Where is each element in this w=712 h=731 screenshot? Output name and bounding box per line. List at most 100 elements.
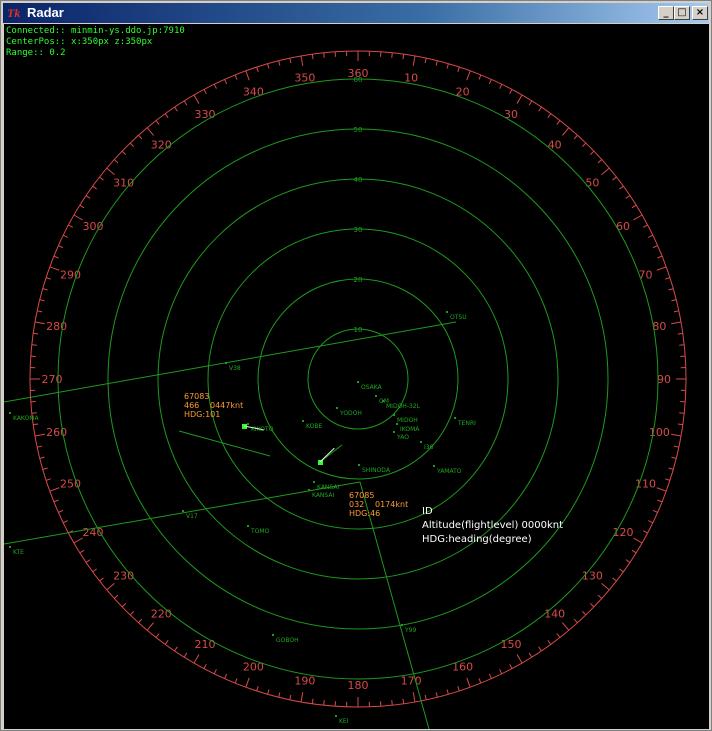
fix-label: KANSAI xyxy=(312,492,334,499)
compass-tick xyxy=(37,445,43,448)
compass-tick xyxy=(424,58,427,64)
compass-tick xyxy=(129,142,134,148)
compass-tick xyxy=(267,63,270,69)
compass-tick xyxy=(33,423,39,426)
aircraft-blip[interactable] xyxy=(318,460,323,465)
aircraft-layer[interactable]: 67083466 0447kntHDG:101 67085032 0174kntHDG… xyxy=(184,392,408,518)
compass-tick xyxy=(601,167,610,175)
close-button[interactable]: × xyxy=(692,6,708,20)
compass-tick xyxy=(547,113,552,118)
compass-tick xyxy=(42,467,48,470)
compass-tick xyxy=(31,412,37,414)
compass-tick xyxy=(446,63,449,69)
compass-tick xyxy=(665,478,671,481)
compass-tick xyxy=(509,663,513,669)
maximize-button[interactable]: □ xyxy=(674,6,690,20)
compass-tick xyxy=(79,204,85,209)
compass-tick xyxy=(424,694,427,700)
compass-tick xyxy=(435,692,438,698)
fix-label: YAMATO xyxy=(436,468,462,475)
tag-legend: ID Altitude(flightlevel) 0000knt HDG:hea… xyxy=(422,506,563,545)
compass-tick xyxy=(435,60,438,66)
compass-tick xyxy=(121,603,127,608)
fix-label: OTSU xyxy=(450,314,467,321)
compass-tick xyxy=(671,299,677,302)
range-ring-label: 40 xyxy=(354,176,363,184)
compass-tick xyxy=(402,54,405,60)
compass-tick xyxy=(582,142,587,148)
radar-scope[interactable]: 360 1020304050607080901001101201301401501… xyxy=(4,24,709,729)
fix-marker xyxy=(247,423,249,425)
fix-label: KOBE xyxy=(306,423,322,430)
compass-tick xyxy=(402,698,405,704)
range-ring-label: 50 xyxy=(354,126,363,134)
compass-tick xyxy=(528,652,533,658)
compass-tick xyxy=(183,652,188,658)
fix-label: IKOMA xyxy=(400,426,420,433)
tk-app-icon: Tk xyxy=(7,6,21,20)
fix-marker xyxy=(308,489,310,491)
compass-tick xyxy=(625,195,631,199)
compass-tick xyxy=(224,673,228,679)
compass-tick xyxy=(562,127,570,136)
compass-tick xyxy=(311,698,314,704)
fix-marker xyxy=(382,400,384,402)
compass-label-190: 190 xyxy=(294,674,315,687)
compass-label-180: 180 xyxy=(348,679,369,692)
aircraft-heading-vector xyxy=(319,447,335,463)
compass-tick xyxy=(53,255,59,259)
compass-label-90: 90 xyxy=(657,373,671,386)
compass-tick xyxy=(62,234,68,238)
compass-tick xyxy=(656,487,667,492)
compass-tick xyxy=(138,134,143,140)
compass-tick xyxy=(556,633,561,638)
compass-tick xyxy=(68,224,74,228)
compass-tick xyxy=(547,640,552,645)
compass-tick xyxy=(648,520,654,524)
compass-tick xyxy=(516,654,523,664)
compass-tick xyxy=(412,692,416,703)
compass-tick xyxy=(528,100,533,106)
compass-tick xyxy=(146,622,154,631)
radar-canvas[interactable]: 360 10 20 30 40 50 60 70 80 90 100 110 120 130 140 150 1… xyxy=(4,24,709,729)
fix-marker xyxy=(401,624,403,626)
compass-tick xyxy=(311,54,314,60)
status-readout: Connected:: minmin-ys.ddo.jp:7910 Center… xyxy=(6,26,185,59)
compass-tick xyxy=(92,568,97,573)
compass-tick xyxy=(671,433,682,437)
compass-tick xyxy=(619,185,624,190)
compass-tick xyxy=(391,52,393,58)
window-title: Radar xyxy=(27,5,64,20)
compass-tick xyxy=(146,127,154,136)
compass-tick xyxy=(633,214,643,221)
compass-tick xyxy=(164,640,169,645)
fix-marker xyxy=(393,431,395,433)
title-bar[interactable]: Tk Radar _ □ × xyxy=(3,3,709,23)
compass-tick xyxy=(34,321,45,325)
compass-tick xyxy=(478,678,482,684)
fix-label: V17 xyxy=(186,513,198,520)
compass-tick xyxy=(193,654,200,664)
compass-tick xyxy=(673,445,679,448)
compass-tick xyxy=(234,74,238,80)
minimize-button[interactable]: _ xyxy=(658,6,674,20)
range-ring-label: 60 xyxy=(354,76,363,84)
fix-label: SHINODA xyxy=(362,467,391,474)
compass-tick xyxy=(278,60,281,66)
compass-tick xyxy=(677,332,683,335)
compass-tick xyxy=(631,204,637,209)
compass-tick xyxy=(49,487,60,492)
compass-label-40: 40 xyxy=(548,139,562,152)
compass-tick xyxy=(652,509,658,513)
compass-tick xyxy=(656,266,667,271)
fix-marker xyxy=(358,464,360,466)
fix-marker xyxy=(9,412,11,414)
compass-tick xyxy=(300,692,304,703)
compass-tick xyxy=(648,234,654,238)
compass-tick xyxy=(657,255,663,259)
fix-label: V38 xyxy=(229,365,241,372)
compass-label-230: 230 xyxy=(113,570,134,583)
aircraft-id: 67085 xyxy=(349,491,374,500)
compass-tick xyxy=(245,70,250,81)
fix-marker xyxy=(396,423,398,425)
